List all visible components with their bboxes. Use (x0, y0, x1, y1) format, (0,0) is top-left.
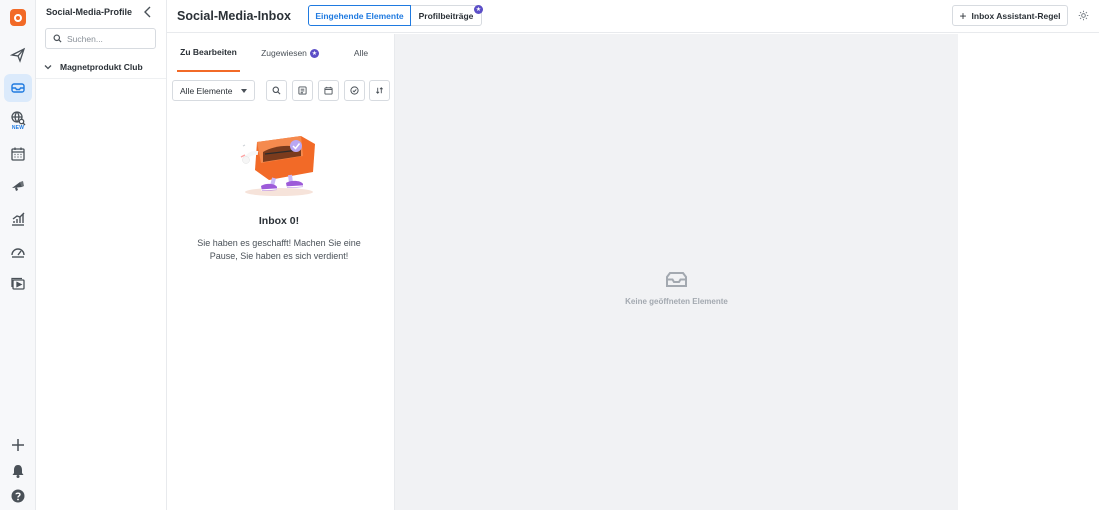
context-panel (958, 34, 1099, 510)
message-type-filter-button[interactable] (292, 80, 313, 101)
profile-group-row[interactable]: Magnetprodukt Club (36, 55, 166, 79)
message-list-icon (298, 86, 307, 95)
add-inbox-rule-label: Inbox Assistant-Regel (971, 10, 1061, 21)
publish-icon[interactable] (4, 41, 32, 69)
premium-star-icon: ★ (474, 5, 483, 14)
empty-inbox-icon (666, 272, 687, 287)
page-title: Social-Media-Inbox (177, 9, 291, 23)
inbox-list-panel: Zu Bearbeiten Zugewiesen ★ Alle Alle Ele… (167, 34, 395, 510)
profiles-sidebar: Social-Media-Profile Magnetprodukt Club (36, 0, 167, 510)
profiles-title: Social-Media-Profile (46, 7, 133, 17)
status-filter-button[interactable] (344, 80, 365, 101)
help-icon[interactable] (4, 482, 32, 510)
ads-icon[interactable] (4, 172, 32, 200)
profile-group-label: Magnetprodukt Club (60, 61, 143, 72)
profile-search[interactable] (45, 28, 156, 49)
sort-icon (376, 87, 383, 94)
sort-button[interactable] (369, 80, 390, 101)
tab-assigned[interactable]: Zugewiesen (259, 34, 309, 72)
collapse-sidebar-icon[interactable] (142, 5, 154, 19)
search-icon (272, 86, 281, 95)
empty-state-text: Sie haben es geschafft! Machen Sie eine … (197, 238, 361, 261)
date-filter-button[interactable] (318, 80, 339, 101)
dashboard-icon[interactable] (4, 238, 32, 266)
page-header: Social-Media-Inbox Eingehende Elemente P… (167, 0, 1099, 33)
add-inbox-rule-button[interactable]: + Inbox Assistant-Regel (952, 5, 1068, 26)
app-window: NEW Social-Media-Profile Suchen... Magne… (0, 0, 1099, 510)
search-button[interactable] (266, 80, 287, 101)
app-logo[interactable] (10, 9, 26, 26)
notifications-bell-icon[interactable] (4, 457, 32, 485)
analytics-icon[interactable] (4, 205, 32, 233)
calendar-icon (324, 86, 333, 95)
add-icon[interactable] (4, 431, 32, 459)
caret-down-icon (241, 89, 247, 93)
inbox-icon[interactable] (4, 74, 32, 102)
chevron-down-icon (44, 64, 52, 69)
no-open-items-text: Keine geöffneten Elemente (625, 297, 728, 306)
gear-icon[interactable] (1078, 10, 1089, 21)
tab-profile-posts[interactable]: Profilbeiträge (411, 5, 482, 26)
item-filter-select[interactable]: Alle Elemente (172, 80, 255, 101)
plus-icon: + (959, 8, 967, 23)
tab-all[interactable]: Alle (347, 34, 375, 72)
tab-to-process[interactable]: Zu Bearbeiten (177, 34, 240, 72)
media-library-icon[interactable] (4, 270, 32, 298)
tab-incoming-items[interactable]: Eingehende Elemente (308, 5, 411, 26)
list-toolbar: Alle Elemente (167, 80, 395, 102)
empty-state-title: Inbox 0! (258, 215, 300, 227)
new-badge: NEW (11, 125, 25, 131)
main-nav-rail: NEW (0, 0, 36, 510)
item-filter-value: Alle Elemente (180, 85, 233, 96)
check-circle-icon (350, 86, 359, 95)
search-icon (53, 34, 62, 43)
premium-star-icon: ★ (310, 49, 319, 58)
profile-search-input[interactable] (67, 33, 153, 44)
item-detail-pane: Keine geöffneten Elemente (395, 34, 958, 510)
inbox-zero-illustration (240, 136, 315, 196)
calendar-icon[interactable] (4, 140, 32, 168)
